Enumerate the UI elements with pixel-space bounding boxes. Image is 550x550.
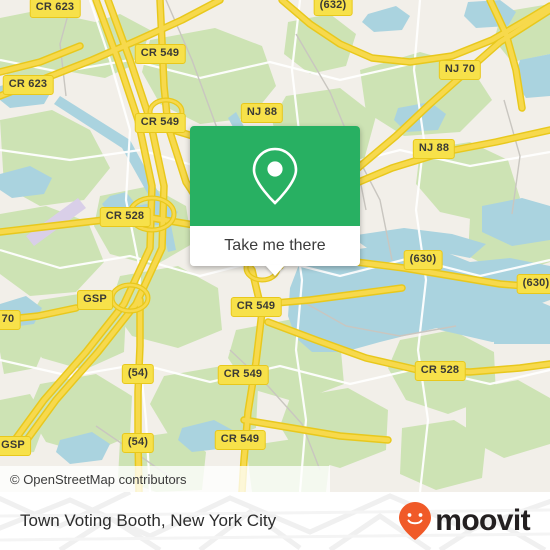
road-shield: (54) bbox=[121, 364, 155, 384]
road-shield: CR 623 bbox=[29, 0, 81, 18]
road-shield: GSP bbox=[77, 290, 113, 310]
footer-bar: Town Voting Booth, New York City moovit bbox=[0, 492, 550, 550]
attribution-text: © OpenStreetMap contributors bbox=[10, 471, 187, 487]
moovit-pin-smiley-icon bbox=[399, 502, 432, 540]
road-shield: (630) bbox=[516, 274, 550, 294]
road-shield: CR 549 bbox=[217, 365, 269, 385]
moovit-brand[interactable]: moovit bbox=[398, 501, 531, 541]
road-shield: NJ 70 bbox=[438, 60, 482, 80]
road-shield: CR 549 bbox=[134, 44, 186, 64]
map-pin-icon bbox=[252, 147, 298, 205]
road-shield: GSP bbox=[0, 436, 31, 456]
road-shield: 70 bbox=[0, 310, 21, 330]
page-title: Town Voting Booth, New York City bbox=[20, 511, 277, 530]
popup-action[interactable]: Take me there bbox=[190, 226, 360, 276]
road-shield: (54) bbox=[121, 433, 155, 453]
moovit-wordmark: moovit bbox=[435, 504, 530, 537]
road-shield: CR 623 bbox=[2, 75, 54, 95]
take-me-there-label: Take me there bbox=[224, 237, 326, 254]
location-popup[interactable]: Take me there bbox=[190, 126, 360, 276]
map-canvas[interactable]: CR 623 (632) CR 549 NJ 70 CR 623 NJ 88 CR 549 N… bbox=[0, 0, 550, 492]
popup-tail bbox=[265, 265, 285, 276]
road-shield: CR 549 bbox=[214, 430, 266, 450]
road-shield: NJ 88 bbox=[240, 103, 284, 123]
road-shield: NJ 88 bbox=[412, 139, 456, 159]
road-shield: CR 528 bbox=[414, 361, 466, 381]
screenshot-root: CR 623 (632) CR 549 NJ 70 CR 623 NJ 88 CR 549 N… bbox=[0, 0, 550, 550]
road-shield: CR 549 bbox=[134, 113, 186, 133]
road-shield: (632) bbox=[313, 0, 353, 16]
map-attribution[interactable]: © OpenStreetMap contributors bbox=[0, 466, 330, 492]
road-shield: CR 549 bbox=[230, 297, 282, 317]
popup-header bbox=[190, 126, 360, 226]
road-shield: (630) bbox=[403, 250, 443, 270]
road-shield: CR 528 bbox=[99, 207, 151, 227]
